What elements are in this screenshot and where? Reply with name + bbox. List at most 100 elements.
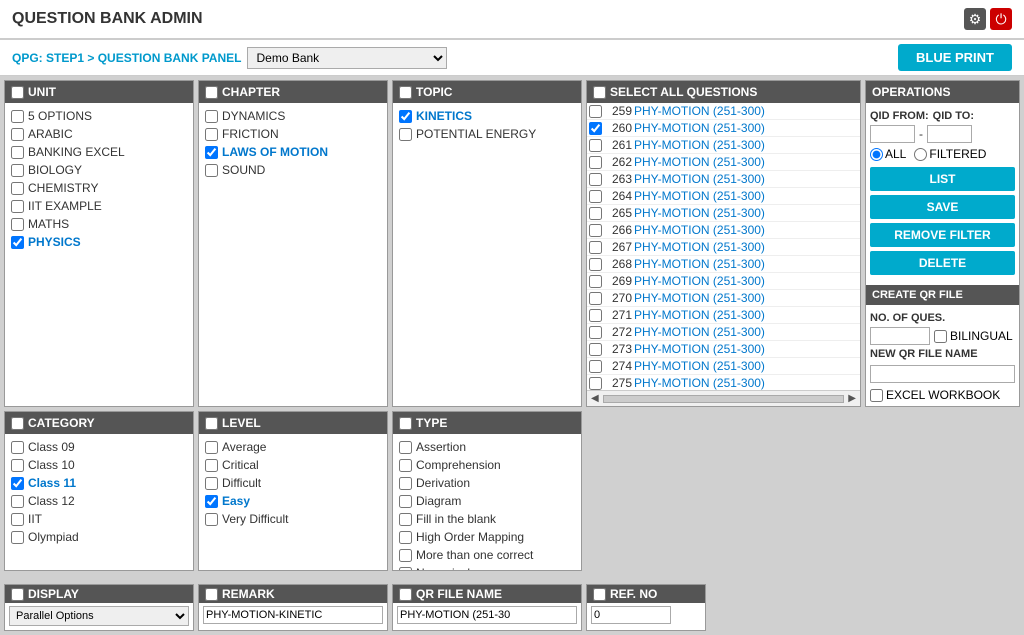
question-label[interactable]: PHY-MOTION (251-300) [634,223,765,237]
category-select-all[interactable] [11,417,24,430]
question-label[interactable]: PHY-MOTION (251-300) [634,291,765,305]
item-checkbox[interactable] [11,110,24,123]
remark-checkbox[interactable] [205,588,218,601]
item-checkbox[interactable] [399,549,412,562]
list-button[interactable]: LIST [870,167,1015,191]
delete-button[interactable]: DELETE [870,251,1015,275]
refno-checkbox[interactable] [593,588,606,601]
item-checkbox[interactable] [399,128,412,141]
question-checkbox[interactable] [589,343,602,356]
item-checkbox[interactable] [205,495,218,508]
question-checkbox[interactable] [589,258,602,271]
question-checkbox[interactable] [589,122,602,135]
item-checkbox[interactable] [11,146,24,159]
item-checkbox[interactable] [11,441,24,454]
chapter-select-all[interactable] [205,86,218,99]
question-checkbox[interactable] [589,173,602,186]
refno-input[interactable] [591,606,671,624]
remove-filter-button[interactable]: REMOVE FILTER [870,223,1015,247]
question-checkbox[interactable] [589,224,602,237]
item-checkbox[interactable] [11,459,24,472]
question-label[interactable]: PHY-MOTION (251-300) [634,206,765,220]
settings-icon[interactable]: ⚙ [964,8,986,30]
question-checkbox[interactable] [589,105,602,118]
item-checkbox[interactable] [399,459,412,472]
no-of-ques-input[interactable] [870,327,930,345]
question-label[interactable]: PHY-MOTION (251-300) [634,155,765,169]
qrfile-checkbox[interactable] [399,588,412,601]
question-label[interactable]: PHY-MOTION (251-300) [634,257,765,271]
bilingual-checkbox[interactable] [934,330,947,343]
question-checkbox[interactable] [589,360,602,373]
power-icon[interactable]: ⏻ [990,8,1012,30]
question-label[interactable]: PHY-MOTION (251-300) [634,376,765,390]
question-label[interactable]: PHY-MOTION (251-300) [634,342,765,356]
filtered-radio[interactable] [914,148,927,161]
question-label[interactable]: PHY-MOTION (251-300) [634,240,765,254]
item-checkbox[interactable] [11,236,24,249]
qrfile-input[interactable] [397,606,577,624]
item-checkbox[interactable] [399,513,412,526]
scroll-left-icon[interactable]: ◀ [591,393,599,404]
item-checkbox[interactable] [399,477,412,490]
item-checkbox[interactable] [11,513,24,526]
topic-select-all[interactable] [399,86,412,99]
scroll-right-icon[interactable]: ▶ [848,393,856,404]
excel-workbook-checkbox[interactable] [870,389,883,402]
display-select[interactable]: Parallel Options Option A Option B [9,606,189,626]
question-checkbox[interactable] [589,292,602,305]
question-checkbox[interactable] [589,326,602,339]
question-label[interactable]: PHY-MOTION (251-300) [634,359,765,373]
question-label[interactable]: PHY-MOTION (251-300) [634,308,765,322]
new-qr-file-input[interactable] [870,365,1015,383]
item-checkbox[interactable] [11,182,24,195]
item-checkbox[interactable] [399,441,412,454]
question-label[interactable]: PHY-MOTION (251-300) [634,325,765,339]
item-checkbox[interactable] [11,495,24,508]
question-checkbox[interactable] [589,275,602,288]
question-checkbox[interactable] [589,207,602,220]
item-checkbox[interactable] [399,110,412,123]
question-checkbox[interactable] [589,309,602,322]
item-checkbox[interactable] [205,110,218,123]
question-checkbox[interactable] [589,139,602,152]
item-checkbox[interactable] [11,218,24,231]
item-checkbox[interactable] [205,477,218,490]
display-checkbox[interactable] [11,588,24,601]
questions-select-all[interactable] [593,86,606,99]
question-label[interactable]: PHY-MOTION (251-300) [634,121,765,135]
type-select-all[interactable] [399,417,412,430]
question-label[interactable]: PHY-MOTION (251-300) [634,138,765,152]
level-select-all[interactable] [205,417,218,430]
item-checkbox[interactable] [11,531,24,544]
question-label[interactable]: PHY-MOTION (251-300) [634,274,765,288]
item-checkbox[interactable] [205,513,218,526]
item-checkbox[interactable] [399,567,412,571]
all-radio[interactable] [870,148,883,161]
qid-from-input[interactable] [870,125,915,143]
item-checkbox[interactable] [399,495,412,508]
item-checkbox[interactable] [205,164,218,177]
blueprint-button[interactable]: BLUE PRINT [898,44,1012,71]
remark-input[interactable] [203,606,383,624]
bank-select[interactable]: Demo Bank Bank 2 Bank 3 [247,47,447,69]
item-checkbox[interactable] [399,531,412,544]
item-checkbox[interactable] [205,459,218,472]
save-button[interactable]: SAVE [870,195,1015,219]
question-label[interactable]: PHY-MOTION (251-300) [634,104,765,118]
item-checkbox[interactable] [205,146,218,159]
item-checkbox[interactable] [11,128,24,141]
item-checkbox[interactable] [205,128,218,141]
question-label[interactable]: PHY-MOTION (251-300) [634,172,765,186]
unit-select-all[interactable] [11,86,24,99]
question-checkbox[interactable] [589,377,602,390]
item-checkbox[interactable] [205,441,218,454]
question-label[interactable]: PHY-MOTION (251-300) [634,189,765,203]
item-checkbox[interactable] [11,164,24,177]
question-checkbox[interactable] [589,241,602,254]
item-checkbox[interactable] [11,477,24,490]
item-checkbox[interactable] [11,200,24,213]
question-checkbox[interactable] [589,190,602,203]
qid-to-input[interactable] [927,125,972,143]
question-checkbox[interactable] [589,156,602,169]
